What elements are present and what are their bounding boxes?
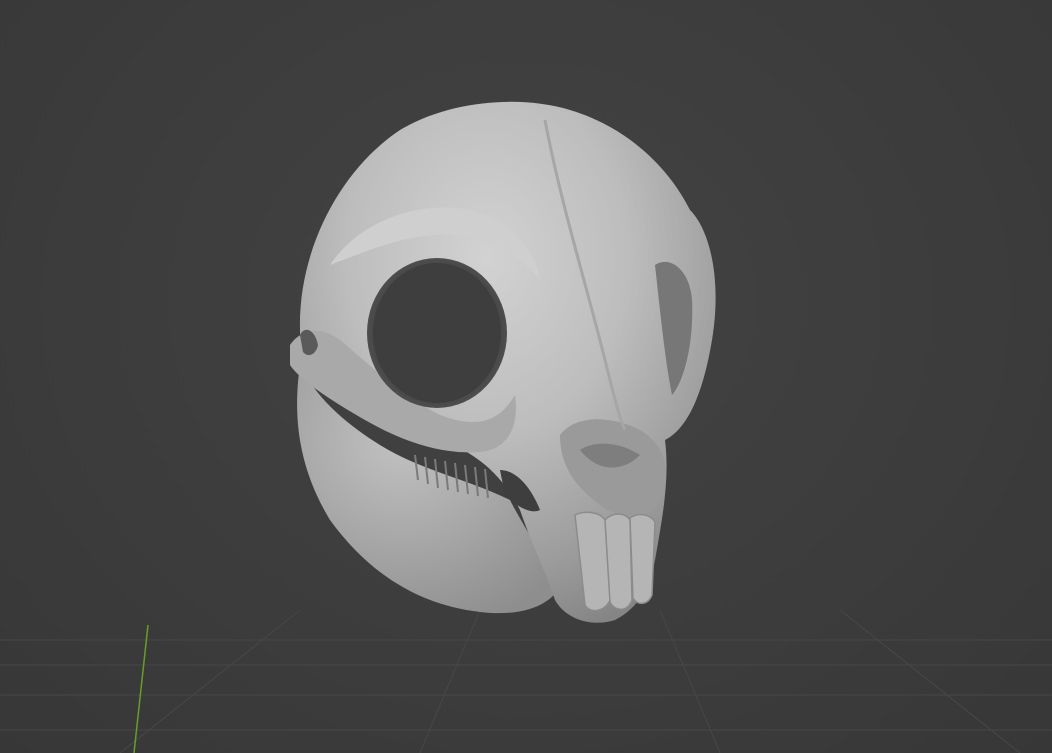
skull-incisors [574, 511, 656, 612]
skull-model[interactable] [290, 101, 716, 623]
3d-viewport[interactable] [0, 0, 1052, 753]
floor-grid [0, 609, 1052, 753]
y-axis-line [133, 624, 149, 753]
